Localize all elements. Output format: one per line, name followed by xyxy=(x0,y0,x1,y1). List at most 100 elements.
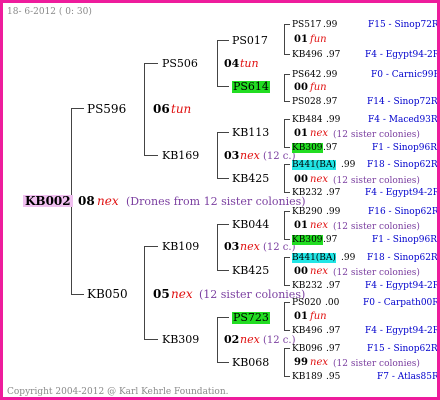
queen-gen1-race: tun xyxy=(171,102,192,116)
queen-gen2-note: (12 c.) xyxy=(263,242,296,253)
queen-gen4-id[interactable]: KB290 xyxy=(292,206,323,218)
queen-root-race: nex xyxy=(97,194,119,208)
queen-gen4-origin: F18 - Sinop62R xyxy=(367,160,438,170)
queen-gen2-id[interactable]: KB169 xyxy=(162,150,199,162)
queen-gen4-note: (12 sister colonies) xyxy=(333,176,420,186)
queen-gen4-value: .97 xyxy=(323,143,338,153)
queen-gen3-id[interactable]: PS614 xyxy=(232,81,270,93)
connector-line xyxy=(144,339,158,340)
connector-line xyxy=(284,257,290,258)
queen-gen1-id[interactable]: PS596 xyxy=(87,103,126,115)
queen-gen2-id[interactable]: KB309 xyxy=(162,334,199,346)
connector-line xyxy=(284,330,290,331)
queen-gen4-value: .97 xyxy=(326,326,341,336)
queen-gen4-value: .99 xyxy=(323,70,338,80)
queen-gen3-id[interactable]: PS723 xyxy=(232,312,270,324)
queen-gen4-id[interactable]: KB496 xyxy=(292,49,323,61)
queen-gen2-id[interactable]: PS506 xyxy=(162,58,198,70)
queen-gen4-id[interactable]: KB232 xyxy=(292,280,323,292)
queen-gen2-race: tun xyxy=(240,57,259,70)
queen-gen4-id[interactable]: PS517 xyxy=(292,19,321,31)
queen-gen1-id[interactable]: KB050 xyxy=(87,288,128,300)
connector-line xyxy=(71,108,84,109)
connector-line xyxy=(284,192,290,193)
queen-gen4-origin: F0 - Carpath00R xyxy=(363,298,440,308)
queen-gen3-id[interactable]: KB425 xyxy=(232,173,269,185)
queen-gen4-year: 99 xyxy=(294,357,308,368)
queen-gen4-origin: F1 - Sinop96R xyxy=(372,235,437,245)
queen-gen4-race: fun xyxy=(310,34,327,45)
queen-gen4-id[interactable]: KB309 xyxy=(292,234,323,246)
connector-line xyxy=(284,257,285,286)
connector-line xyxy=(284,147,290,148)
connector-line xyxy=(284,74,290,75)
queen-gen4-origin: F4 - Egypt94-2R xyxy=(365,188,440,198)
connector-line xyxy=(217,224,218,271)
queen-gen4-year: 00 xyxy=(294,82,308,93)
queen-gen1-race: nex xyxy=(171,287,193,301)
queen-gen3-id[interactable]: KB044 xyxy=(232,219,269,231)
queen-root-year: 08 xyxy=(78,194,95,208)
queen-gen4-id[interactable]: KB189 xyxy=(292,371,323,383)
connector-line xyxy=(217,40,218,87)
connector-line xyxy=(217,224,229,225)
pedigree-frame: 18- 6-2012 ( 0: 30) Copyright 2004-2012 … xyxy=(0,0,440,400)
connector-line xyxy=(144,246,145,340)
queen-gen3-id[interactable]: KB425 xyxy=(232,265,269,277)
queen-gen4-race: nex xyxy=(310,128,328,139)
queen-gen2-year: 04 xyxy=(224,57,240,70)
connector-line xyxy=(284,24,285,55)
queen-gen4-race: nex xyxy=(310,174,328,185)
connector-line xyxy=(284,302,285,331)
queen-gen4-id[interactable]: KB096 xyxy=(292,343,323,355)
queen-gen4-year: 01 xyxy=(294,128,308,139)
queen-gen4-id[interactable]: PS642 xyxy=(292,69,321,81)
connector-line xyxy=(144,155,158,156)
queen-gen3-id[interactable]: PS017 xyxy=(232,35,268,47)
connector-line xyxy=(284,376,290,377)
header-date: 18- 6-2012 ( 0: 30) xyxy=(7,7,92,17)
queen-gen4-value: .97 xyxy=(326,188,341,198)
connector-line xyxy=(144,246,158,247)
queen-gen1-year: 06 xyxy=(153,102,170,116)
queen-gen4-id[interactable]: KB232 xyxy=(292,187,323,199)
queen-gen4-value: .97 xyxy=(326,344,341,354)
queen-gen4-note: (12 sister colonies) xyxy=(333,359,420,369)
queen-root-id[interactable]: KB002 xyxy=(23,195,73,207)
queen-gen4-note: (12 sister colonies) xyxy=(333,222,420,232)
queen-gen3-id[interactable]: KB113 xyxy=(232,127,269,139)
connector-line xyxy=(284,211,285,240)
queen-gen4-id[interactable]: PS020 xyxy=(292,297,321,309)
connector-line xyxy=(284,302,290,303)
connector-line xyxy=(144,63,145,156)
queen-gen4-origin: F1 - Sinop96R xyxy=(372,143,437,153)
queen-gen4-id[interactable]: B441(BA) xyxy=(292,159,336,171)
queen-gen4-note: (12 sister colonies) xyxy=(333,130,420,140)
connector-line xyxy=(217,40,229,41)
queen-gen4-origin: F4 - Egypt94-2R xyxy=(365,326,440,336)
queen-gen4-race: nex xyxy=(310,266,328,277)
connector-line xyxy=(284,348,285,377)
queen-gen4-value: .99 xyxy=(326,207,341,217)
connector-line xyxy=(284,54,290,55)
queen-gen4-race: fun xyxy=(310,311,327,322)
queen-gen2-year: 03 xyxy=(224,149,240,162)
connector-line xyxy=(284,164,290,165)
queen-gen4-origin: F7 - Atlas85R xyxy=(377,372,439,382)
queen-gen4-id-text: KB309 xyxy=(292,143,323,153)
queen-gen4-race: fun xyxy=(310,82,327,93)
queen-gen3-id[interactable]: KB068 xyxy=(232,357,269,369)
queen-gen4-year: 01 xyxy=(294,220,308,231)
queen-gen1-year: 05 xyxy=(153,287,170,301)
connector-line xyxy=(284,119,290,120)
queen-gen4-id[interactable]: B441(BA) xyxy=(292,252,336,264)
queen-gen4-id[interactable]: PS028 xyxy=(292,96,321,108)
queen-gen4-value: .97 xyxy=(326,281,341,291)
connector-line xyxy=(217,132,229,133)
connector-line xyxy=(217,317,218,363)
queen-gen4-id[interactable]: KB484 xyxy=(292,114,323,126)
queen-gen2-id[interactable]: KB109 xyxy=(162,241,199,253)
queen-gen4-id[interactable]: KB496 xyxy=(292,325,323,337)
queen-gen4-id[interactable]: KB309 xyxy=(292,142,323,154)
connector-line xyxy=(284,164,285,193)
